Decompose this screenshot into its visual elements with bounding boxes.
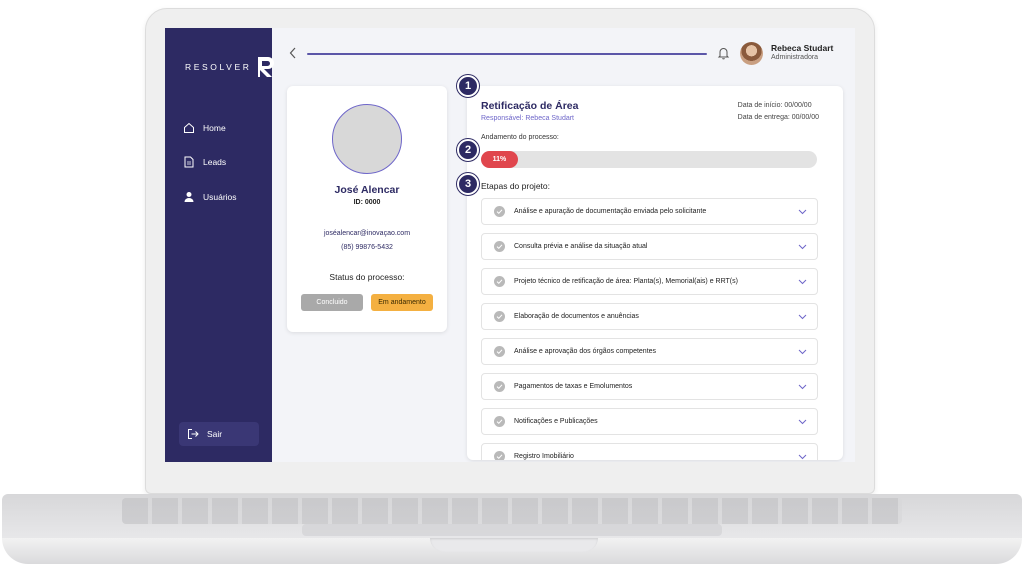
- start-date: Data de início: 00/00/00: [737, 102, 812, 109]
- brand-logo: RESOLVER: [185, 56, 275, 78]
- step-item[interactable]: Pagamentos de taxas e Emolumentos: [481, 373, 818, 400]
- step-label: Elaboração de documentos e anuências: [514, 313, 639, 320]
- sidebar-item-usuarios[interactable]: Usuários: [183, 191, 237, 203]
- sidebar-item-label: Home: [203, 123, 226, 133]
- steps-label: Etapas do projeto:: [481, 181, 550, 191]
- chevron-down-icon[interactable]: [798, 384, 807, 390]
- progress-fill: 11%: [481, 151, 518, 168]
- process-title: Retificação de Área: [481, 100, 579, 112]
- logout-button[interactable]: Sair: [179, 422, 259, 446]
- chevron-down-icon[interactable]: [798, 279, 807, 285]
- app-screen: RESOLVER Home Leads Usuários Sair Rebeca…: [165, 28, 855, 462]
- status-done-button[interactable]: Concluido: [301, 294, 363, 311]
- client-phone: (85) 99876-5432: [341, 244, 393, 251]
- laptop-keyboard: [122, 498, 902, 524]
- delivery-date: Data de entrega: 00/00/00: [737, 114, 819, 121]
- step-item[interactable]: Análise e apuração de documentação envia…: [481, 198, 818, 225]
- client-profile-card: José Alencar ID: 0000 joséalencar@inovaç…: [287, 86, 447, 332]
- chevron-down-icon[interactable]: [798, 314, 807, 320]
- avatar[interactable]: [740, 42, 763, 65]
- client-email[interactable]: joséalencar@inovaçao.com: [287, 230, 447, 237]
- back-arrow-icon[interactable]: [288, 46, 298, 60]
- check-circle-icon: [494, 206, 505, 217]
- step-item[interactable]: Elaboração de documentos e anuências: [481, 303, 818, 330]
- check-circle-icon: [494, 381, 505, 392]
- marker-3: 3: [457, 173, 479, 195]
- step-label: Consulta prévia e análise da situação at…: [514, 243, 648, 250]
- check-circle-icon: [494, 311, 505, 322]
- progress-label: Andamento do processo:: [481, 134, 559, 141]
- chevron-down-icon[interactable]: [798, 244, 807, 250]
- sidebar-item-label: Usuários: [203, 192, 237, 202]
- home-icon: [184, 122, 194, 133]
- chevron-down-icon[interactable]: [798, 209, 807, 215]
- step-label: Projeto técnico de retificação de área: …: [514, 278, 738, 285]
- sidebar-item-leads[interactable]: Leads: [183, 156, 226, 168]
- bell-icon[interactable]: [717, 46, 730, 60]
- step-item[interactable]: Projeto técnico de retificação de área: …: [481, 268, 818, 295]
- client-id: ID: 0000: [353, 199, 381, 206]
- marker-2: 2: [457, 139, 479, 161]
- sidebar-item-home[interactable]: Home: [183, 122, 226, 134]
- chevron-down-icon[interactable]: [798, 419, 807, 425]
- progress-text: 11%: [492, 156, 507, 163]
- laptop-touchpad: [302, 524, 722, 536]
- user-name: Rebeca Studart: [771, 43, 834, 53]
- sidebar-item-label: Leads: [203, 157, 227, 167]
- top-progress-line: [307, 53, 707, 55]
- logout-label: Sair: [207, 429, 223, 439]
- process-responsible: Responsável: Rebeca Studart: [481, 115, 574, 122]
- progress-track: [481, 151, 817, 168]
- chevron-down-icon[interactable]: [798, 349, 807, 355]
- profile-photo: [332, 104, 402, 174]
- step-item[interactable]: Registro Imobiliário: [481, 443, 818, 460]
- step-item[interactable]: Notificações e Publicações: [481, 408, 818, 435]
- logo-text: RESOLVER: [185, 62, 252, 72]
- step-label: Registro Imobiliário: [514, 453, 574, 460]
- process-dates: Data de início: 00/00/00 Data de entrega…: [738, 100, 819, 124]
- client-name: José Alencar: [334, 184, 400, 196]
- step-label: Pagamentos de taxas e Emolumentos: [514, 383, 633, 390]
- step-item[interactable]: Análise e aprovação dos órgãos competent…: [481, 338, 818, 365]
- marker-1: 1: [457, 75, 479, 97]
- check-circle-icon: [494, 451, 505, 460]
- step-label: Análise e aprovação dos órgãos competent…: [514, 348, 657, 355]
- user-icon: [184, 192, 194, 202]
- status-label: Status do processo:: [329, 272, 405, 282]
- step-label: Notificações e Publicações: [514, 418, 598, 425]
- check-circle-icon: [494, 346, 505, 357]
- document-icon: [184, 156, 194, 168]
- user-role: Administradora: [771, 54, 819, 61]
- step-item[interactable]: Consulta prévia e análise da situação at…: [481, 233, 818, 260]
- sidebar: RESOLVER Home Leads Usuários Sair: [165, 28, 275, 462]
- logo-mark-icon: [258, 57, 275, 77]
- process-card: Retificação de Área Responsável: Rebeca …: [467, 86, 843, 460]
- laptop-notch: [430, 538, 598, 552]
- step-label: Análise e apuração de documentação envia…: [514, 208, 707, 215]
- chevron-down-icon[interactable]: [798, 454, 807, 460]
- laptop-base: [2, 494, 1022, 568]
- check-circle-icon: [494, 276, 505, 287]
- logout-icon: [188, 429, 199, 439]
- check-circle-icon: [494, 416, 505, 427]
- check-circle-icon: [494, 241, 505, 252]
- status-in-progress-button[interactable]: Em andamento: [371, 294, 433, 311]
